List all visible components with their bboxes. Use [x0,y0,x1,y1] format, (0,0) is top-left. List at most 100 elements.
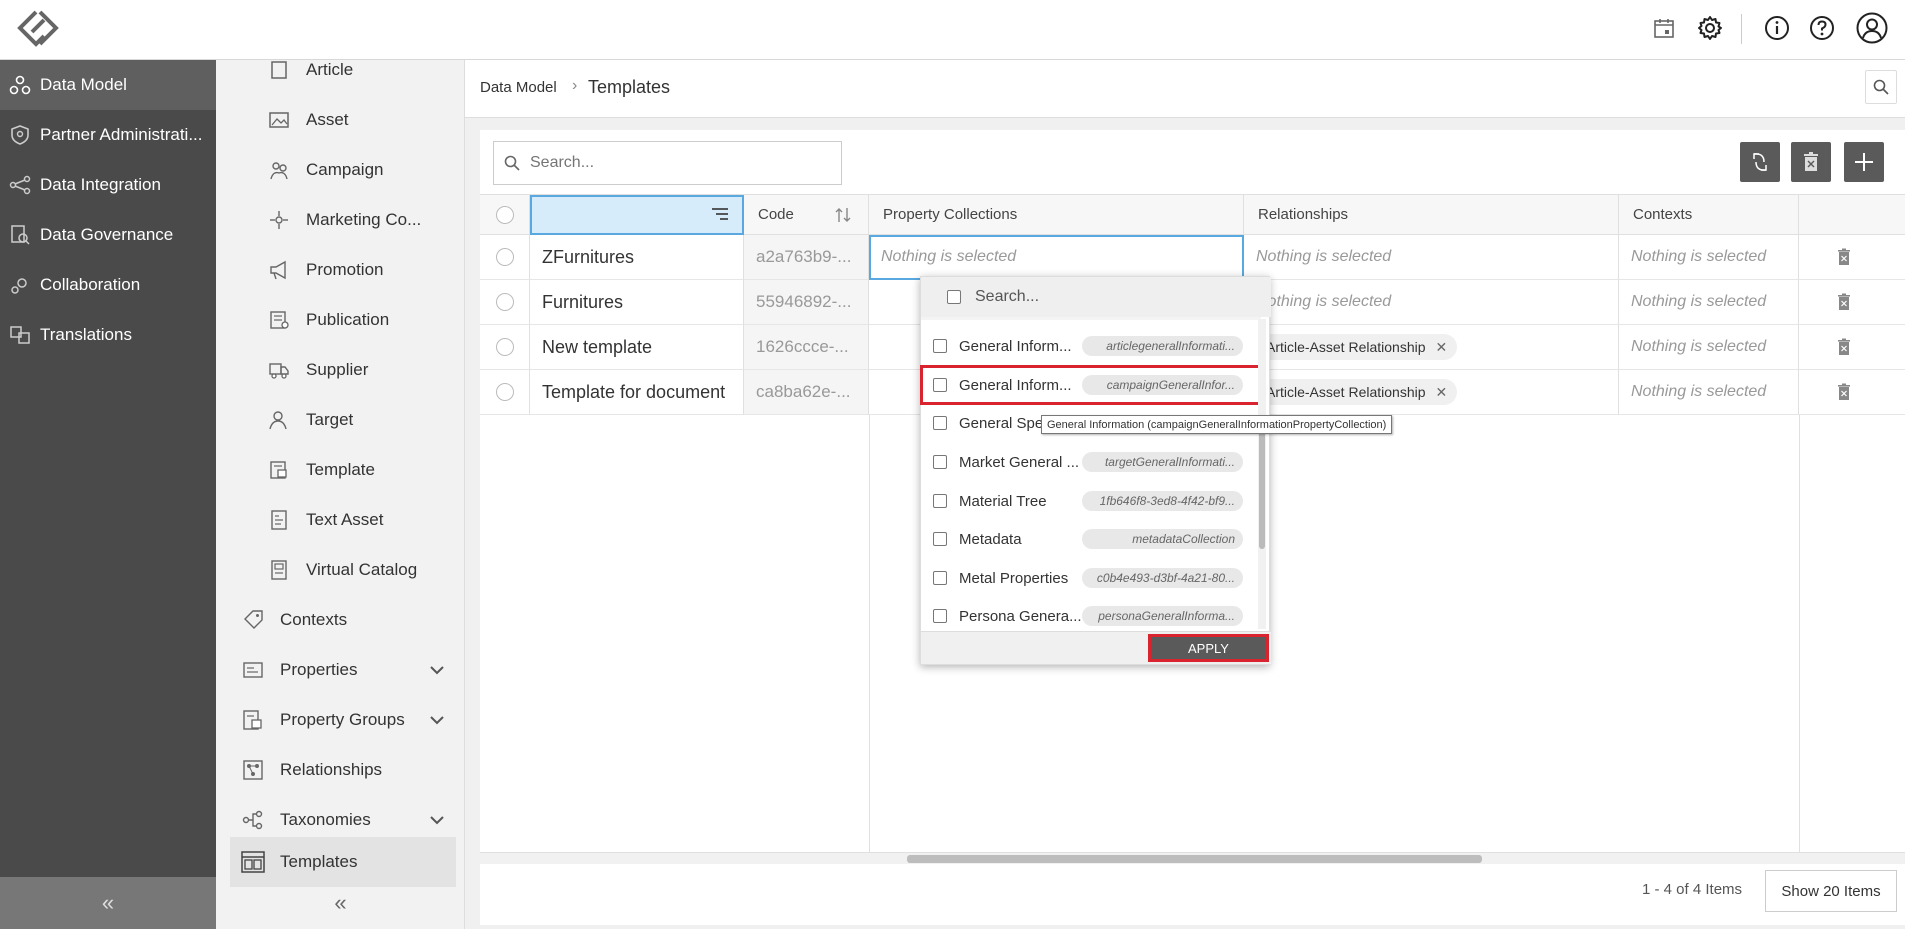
option-checkbox[interactable] [933,609,947,623]
row-select[interactable] [480,370,530,415]
sort-icon[interactable] [834,207,852,227]
column-header-name[interactable] [530,195,744,235]
subnav-item-relationships[interactable]: Relationships [240,745,382,795]
search-icon[interactable] [1865,70,1897,104]
subnav-item-campaign[interactable]: Campaign [266,145,384,195]
column-header-property-collections[interactable]: Property Collections [869,195,1244,235]
column-menu-icon[interactable] [711,207,729,225]
option-checkbox[interactable] [933,455,947,469]
info-icon[interactable] [1762,13,1792,43]
row-radio[interactable] [495,248,514,266]
nav-item-translations[interactable]: Translations [0,310,216,360]
nav-item-data-model[interactable]: Data Model [0,60,216,110]
dropdown-option[interactable]: Market General ... targetGeneralInformati… [921,443,1261,481]
subnav-item-marketing-content[interactable]: Marketing Co... [266,195,421,245]
user-icon[interactable] [1855,11,1889,45]
contexts-cell[interactable]: Nothing is selected [1619,280,1799,325]
add-button[interactable] [1844,142,1884,182]
apply-button[interactable]: APPLY [1148,634,1269,662]
subnav-item-template[interactable]: Template [266,445,375,495]
subnav-item-contexts[interactable]: Contexts [240,595,347,645]
select-all-checkbox[interactable] [947,290,961,304]
template-name-cell[interactable]: New template [530,325,744,370]
contexts-cell[interactable]: Nothing is selected [1619,325,1799,370]
dropdown-option[interactable]: Metal Properties c0b4e493-d3bf-4a21-80... [921,559,1261,597]
template-name-cell[interactable]: Furnitures [530,280,744,325]
dropdown-search[interactable]: Search... [921,277,1271,317]
subnav-item-publication[interactable]: Publication [266,295,389,345]
row-delete[interactable] [1799,235,1905,280]
refresh-button[interactable] [1740,142,1780,182]
relationships-cell[interactable]: Article-Asset Relationship ✕ [1244,370,1619,415]
dropdown-option-highlighted[interactable]: General Inform... campaignGeneralInfor... [920,365,1262,405]
contexts-cell[interactable]: Nothing is selected [1619,235,1799,280]
subnav-item-article[interactable]: Article [266,60,353,95]
option-checkbox[interactable] [933,339,947,353]
column-header-relationships[interactable]: Relationships [1244,195,1619,235]
subnav-item-virtual-catalog[interactable]: Virtual Catalog [266,545,417,595]
nav-item-data-governance[interactable]: Data Governance [0,210,216,260]
dropdown-option[interactable]: General Inform... articlegeneralInformati… [921,327,1261,365]
option-checkbox[interactable] [933,378,947,392]
delete-icon[interactable] [1837,248,1851,266]
page-size-button[interactable]: Show 20 Items [1765,870,1897,912]
select-all-radio[interactable] [495,205,514,224]
chevron-down-icon[interactable] [429,660,445,680]
row-delete[interactable] [1799,325,1905,370]
nav-item-partner-administration[interactable]: Partner Administrati... [0,110,216,160]
delete-icon[interactable] [1837,338,1851,356]
dropdown-option[interactable]: Persona Genera... personaGeneralInforma..… [921,597,1261,635]
subnav-item-promotion[interactable]: Promotion [266,245,383,295]
relationships-cell[interactable]: Nothing is selected [1244,235,1619,280]
row-delete[interactable] [1799,370,1905,415]
row-radio[interactable] [495,338,514,356]
row-delete[interactable] [1799,280,1905,325]
breadcrumb-root[interactable]: Data Model [480,79,557,96]
remove-chip-icon[interactable]: ✕ [1436,339,1448,356]
delete-selected-button[interactable] [1791,142,1831,182]
column-header-code[interactable]: Code [744,195,869,235]
column-header-contexts[interactable]: Contexts [1619,195,1799,235]
template-name-cell[interactable]: ZFurnitures [530,235,744,280]
logo-icon[interactable] [14,8,62,48]
nav-item-collaboration[interactable]: Collaboration [0,260,216,310]
chevron-down-icon[interactable] [429,810,445,830]
row-select[interactable] [480,325,530,370]
subnav-item-target[interactable]: Target [266,395,353,445]
dropdown-scrollbar[interactable] [1258,319,1266,629]
select-all-header[interactable] [480,195,530,235]
remove-chip-icon[interactable]: ✕ [1436,384,1448,401]
dropdown-option[interactable]: Metadata metadataCollection [921,520,1261,558]
scrollbar-thumb[interactable] [1259,419,1265,549]
subnav-item-asset[interactable]: Asset [266,95,349,145]
grid-search-box[interactable] [493,141,842,185]
option-checkbox[interactable] [933,494,947,508]
dropdown-option[interactable]: Material Tree 1fb646f8-3ed8-4f42-bf9... [921,482,1261,520]
option-checkbox[interactable] [933,571,947,585]
row-radio[interactable] [495,383,514,401]
row-select[interactable] [480,235,530,280]
horizontal-scrollbar[interactable] [480,852,1905,864]
row-select[interactable] [480,280,530,325]
relationships-cell[interactable]: Article-Asset Relationship ✕ [1244,325,1619,370]
scrollbar-thumb[interactable] [907,855,1482,863]
template-name-cell[interactable]: Template for document [530,370,744,415]
subnav-item-properties[interactable]: Properties [240,645,457,695]
subnav-item-text-asset[interactable]: Text Asset [266,495,383,545]
delete-icon[interactable] [1837,293,1851,311]
delete-icon[interactable] [1837,383,1851,401]
collapse-nav-button[interactable]: « [0,877,216,929]
dropdown-search-input[interactable]: Search... [975,288,1039,306]
chevron-down-icon[interactable] [429,710,445,730]
help-icon[interactable] [1807,13,1837,43]
nav-item-data-integration[interactable]: Data Integration [0,160,216,210]
subnav-item-supplier[interactable]: Supplier [266,345,368,395]
option-checkbox[interactable] [933,532,947,546]
contexts-cell[interactable]: Nothing is selected [1619,370,1799,415]
grid-search-input[interactable] [530,154,810,172]
property-collections-cell[interactable]: Nothing is selected [869,235,1244,280]
subnav-item-property-groups[interactable]: Property Groups [240,695,457,745]
gear-icon[interactable] [1695,13,1725,43]
calendar-icon[interactable] [1649,13,1679,43]
option-checkbox[interactable] [933,416,947,430]
